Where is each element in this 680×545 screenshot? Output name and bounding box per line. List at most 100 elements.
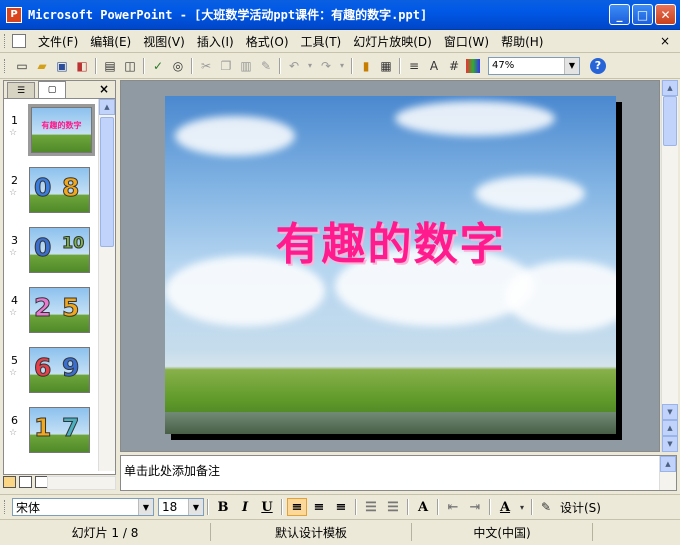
chevron-down-icon[interactable]: ▼: [188, 499, 203, 515]
menu-insert[interactable]: 插入(I): [191, 33, 240, 50]
bold-button[interactable]: B: [213, 498, 233, 516]
scrollbar-thumb[interactable]: [100, 117, 114, 247]
research-icon[interactable]: ◎: [170, 58, 186, 74]
slide-title[interactable]: 有趣的数字: [165, 208, 616, 272]
redo-dropdown-icon[interactable]: ▾: [338, 58, 346, 74]
new-icon[interactable]: ▭: [14, 58, 30, 74]
chevron-down-icon[interactable]: ▼: [564, 57, 579, 74]
increase-font-size-icon[interactable]: A: [413, 498, 433, 516]
minimize-button[interactable]: _: [609, 4, 630, 25]
notes-pane[interactable]: 单击此处添加备注 ▲: [120, 455, 677, 491]
font-color-icon[interactable]: A: [495, 498, 515, 516]
chevron-down-icon[interactable]: ▼: [138, 499, 153, 515]
menu-help[interactable]: 帮助(H): [495, 33, 549, 50]
color-grayscale-icon[interactable]: [466, 58, 480, 73]
water-reflection: [165, 412, 616, 434]
slide-thumbnail[interactable]: 08: [29, 167, 90, 213]
undo-dropdown-icon[interactable]: ▾: [306, 58, 314, 74]
bullets-button[interactable]: ☰: [383, 498, 403, 516]
slide-thumbnail-row[interactable]: 6 ☆ 1 7: [4, 400, 99, 460]
menu-slideshow[interactable]: 幻灯片放映(D): [347, 33, 438, 50]
permission-icon[interactable]: ◧: [74, 58, 90, 74]
slide-thumbnail-row[interactable]: 1 ☆ 有趣的数字: [4, 100, 99, 160]
notes-scrollbar[interactable]: ▲: [659, 456, 676, 490]
scroll-up-arrow[interactable]: ▲: [99, 99, 115, 115]
next-slide-button[interactable]: ▼: [662, 436, 678, 452]
menu-file[interactable]: 文件(F): [32, 33, 84, 50]
show-formatting-icon[interactable]: A: [426, 58, 442, 74]
menu-window[interactable]: 窗口(W): [438, 33, 495, 50]
close-pane-button[interactable]: ×: [99, 82, 109, 96]
cut-icon[interactable]: ✂: [198, 58, 214, 74]
slide-number: 4: [11, 294, 18, 307]
slide-thumbnail[interactable]: 有趣的数字: [28, 104, 95, 156]
slide-thumbnail[interactable]: 25: [29, 287, 90, 333]
slides-scrollbar[interactable]: ▲: [98, 99, 115, 471]
numbering-button[interactable]: ☰: [361, 498, 381, 516]
spelling-icon[interactable]: ✓: [150, 58, 166, 74]
slide-number: 6: [11, 414, 18, 427]
close-document-button[interactable]: ×: [660, 34, 670, 48]
copy-icon[interactable]: ❐: [218, 58, 234, 74]
zoom-value: 47%: [492, 60, 515, 71]
vertical-scrollbar[interactable]: ▲ ▼ ▲ ▼: [661, 80, 678, 452]
undo-icon[interactable]: ↶: [286, 58, 302, 74]
menu-tools[interactable]: 工具(T): [295, 33, 348, 50]
paste-icon[interactable]: ▥: [238, 58, 254, 74]
menu-edit[interactable]: 编辑(E): [84, 33, 137, 50]
maximize-button[interactable]: □: [632, 4, 653, 25]
slide-sorter-view-button[interactable]: [19, 476, 32, 488]
horizontal-scrollbar[interactable]: [47, 476, 116, 490]
increase-indent-icon[interactable]: ⇥: [465, 498, 485, 516]
normal-view-button[interactable]: [3, 476, 16, 488]
grip-handle[interactable]: [4, 500, 8, 514]
chevron-down-icon[interactable]: ▾: [518, 499, 526, 515]
italic-button[interactable]: I: [235, 498, 255, 516]
slide-thumbnail-row[interactable]: 4 ☆ 2 5: [4, 280, 99, 340]
grid-icon[interactable]: #: [446, 58, 462, 74]
insert-chart-icon[interactable]: ▮: [358, 58, 374, 74]
font-select[interactable]: 宋体 ▼: [12, 498, 154, 516]
print-icon[interactable]: ▤: [102, 58, 118, 74]
slide-thumbnail-row[interactable]: 3 ☆ 0 10: [4, 220, 99, 280]
help-icon[interactable]: ?: [590, 57, 606, 74]
save-icon[interactable]: ▣: [54, 58, 70, 74]
print-preview-icon[interactable]: ◫: [122, 58, 138, 74]
design-icon[interactable]: ✎: [538, 499, 554, 515]
scrollbar-thumb[interactable]: [663, 96, 677, 146]
grip-handle[interactable]: [4, 34, 8, 48]
slides-tab[interactable]: ▢: [38, 81, 66, 98]
menu-format[interactable]: 格式(O): [240, 33, 295, 50]
previous-slide-button[interactable]: ▲: [662, 420, 678, 436]
open-icon[interactable]: ▰: [34, 58, 50, 74]
design-button[interactable]: 设计(S): [560, 499, 601, 516]
align-left-button[interactable]: ≡: [287, 498, 307, 516]
font-size-select[interactable]: 18 ▼: [158, 498, 204, 516]
slide-thumbnail[interactable]: 69: [29, 347, 90, 393]
notes-placeholder[interactable]: 单击此处添加备注: [124, 462, 220, 479]
format-painter-icon[interactable]: ✎: [258, 58, 274, 74]
expand-icon[interactable]: ≡: [406, 58, 422, 74]
outline-tab[interactable]: ☰: [7, 82, 35, 98]
document-icon[interactable]: [12, 34, 26, 48]
redo-icon[interactable]: ↷: [318, 58, 334, 74]
animation-star-icon: ☆: [9, 188, 18, 198]
align-right-button[interactable]: ≡: [331, 498, 351, 516]
insert-table-icon[interactable]: ▦: [378, 58, 394, 74]
slide-thumbnail[interactable]: 0 10: [29, 227, 90, 273]
slides-pane: ☰ ▢ × 1 ☆ 有趣的数字 2 ☆ 0 8 3 ☆ 0 10 4 ☆ 2 5 5 ☆ 6 9 6 ☆ 1 7 ▲: [3, 80, 116, 475]
scroll-up-arrow[interactable]: ▲: [662, 80, 678, 96]
slide-thumbnail[interactable]: 17: [29, 407, 90, 453]
slide-thumbnail-row[interactable]: 2 ☆ 0 8: [4, 160, 99, 220]
zoom-select[interactable]: 47% ▼: [488, 56, 580, 75]
grip-handle[interactable]: [4, 58, 8, 73]
underline-button[interactable]: U: [257, 498, 277, 516]
close-window-button[interactable]: ✕: [655, 4, 676, 25]
slide-thumbnail-row[interactable]: 5 ☆ 6 9: [4, 340, 99, 400]
decrease-indent-icon[interactable]: ⇤: [443, 498, 463, 516]
scroll-down-arrow[interactable]: ▼: [662, 404, 678, 420]
scroll-up-arrow[interactable]: ▲: [660, 456, 676, 472]
align-center-button[interactable]: ≡: [309, 498, 329, 516]
menu-view[interactable]: 视图(V): [137, 33, 191, 50]
slide-canvas[interactable]: 有趣的数字: [165, 96, 616, 434]
